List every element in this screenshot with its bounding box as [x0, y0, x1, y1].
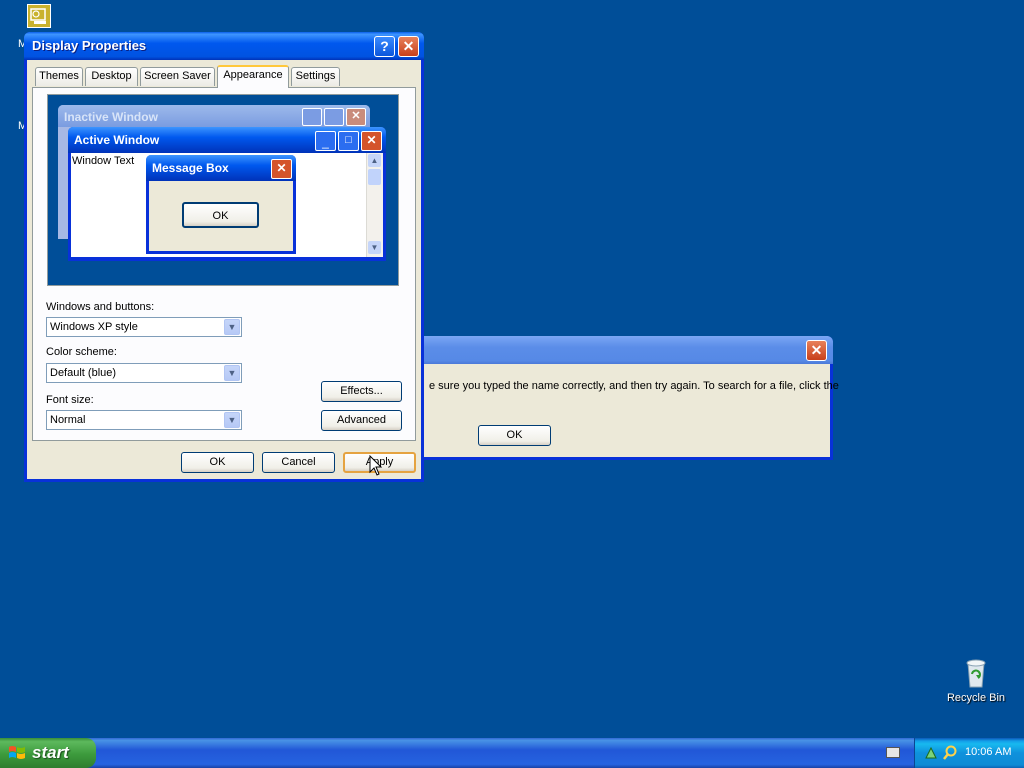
tab-screen-saver[interactable]: Screen Saver	[140, 67, 215, 86]
start-label: start	[32, 743, 69, 762]
preview-inactive-titlebar: Inactive Window ✕	[58, 105, 370, 127]
preview-inactive-minimize-icon	[302, 108, 322, 126]
preview-message-titlebar: Message Box ✕	[146, 155, 296, 181]
preview-inactive-title: Inactive Window	[64, 110, 158, 124]
preview-message-ok-button: OK	[182, 202, 259, 228]
font-size-label: Font size:	[46, 394, 94, 406]
tab-settings[interactable]: Settings	[291, 67, 340, 86]
windows-buttons-label: Windows and buttons:	[46, 301, 155, 313]
advanced-button[interactable]: Advanced	[321, 410, 402, 431]
display-properties-window: Display Properties ? ✕ Themes Desktop Sc…	[24, 32, 424, 482]
preview-scroll-down-icon: ▼	[368, 241, 381, 254]
chevron-down-icon[interactable]: ▼	[224, 365, 240, 381]
display-properties-titlebar[interactable]: Display Properties ? ✕	[24, 32, 424, 60]
preview-active-close-icon: ✕	[361, 131, 382, 151]
font-size-value: Normal	[50, 414, 86, 426]
preview-active-title: Active Window	[74, 133, 160, 147]
tab-appearance[interactable]: Appearance	[217, 65, 289, 88]
clock[interactable]: 10:06 AM	[965, 746, 1011, 758]
color-scheme-value: Default (blue)	[50, 367, 117, 379]
system-tray: 10:06 AM	[914, 738, 1024, 768]
preview-message-title: Message Box	[152, 161, 229, 175]
effects-button[interactable]: Effects...	[321, 381, 402, 402]
ok-button[interactable]: OK	[181, 452, 254, 473]
search-icon[interactable]	[942, 745, 958, 761]
tab-desktop[interactable]: Desktop	[85, 67, 138, 86]
preview-window-text: Window Text	[72, 155, 135, 167]
preview-active-minimize-icon: _	[315, 131, 336, 151]
help-button[interactable]: ?	[374, 36, 395, 57]
error-ok-button[interactable]: OK	[478, 425, 551, 446]
preview-scroll-up-icon: ▲	[368, 154, 381, 167]
windows-logo-icon	[9, 746, 25, 759]
taskbar: start 10:06 AM	[0, 738, 1024, 768]
error-dialog: ✕ e sure you typed the name correctly, a…	[412, 336, 839, 460]
appearance-preview: Inactive Window ✕ Active Window _ □ ✕ Wi…	[47, 94, 399, 286]
preview-inactive-close-icon: ✕	[346, 108, 366, 126]
color-scheme-select[interactable]: Default (blue) ▼	[46, 363, 242, 383]
start-button[interactable]: start	[0, 738, 96, 768]
chevron-down-icon[interactable]: ▼	[224, 319, 240, 335]
font-size-select[interactable]: Normal ▼	[46, 410, 242, 430]
recycle-bin-label: Recycle Bin	[946, 692, 1006, 704]
color-scheme-label: Color scheme:	[46, 346, 117, 358]
window-title: Display Properties	[32, 38, 147, 53]
error-message: e sure you typed the name correctly, and…	[429, 380, 839, 392]
preview-active-maximize-icon: □	[338, 131, 359, 151]
preview-scroll-thumb	[368, 169, 381, 185]
preview-inactive-maximize-icon	[324, 108, 344, 126]
recycle-bin-icon	[966, 659, 986, 688]
error-close-button[interactable]: ✕	[806, 340, 827, 361]
close-button[interactable]: ✕	[398, 36, 419, 57]
chevron-down-icon[interactable]: ▼	[224, 412, 240, 428]
keyboard-icon[interactable]	[886, 747, 900, 758]
windows-buttons-value: Windows XP style	[50, 321, 138, 333]
preview-active-titlebar: Active Window _ □ ✕	[68, 127, 386, 153]
preview-message-close-icon: ✕	[271, 159, 292, 179]
tab-themes[interactable]: Themes	[35, 67, 83, 86]
desktop-shortcut-icon[interactable]	[27, 4, 51, 28]
network-icon[interactable]	[923, 745, 939, 761]
cancel-button[interactable]: Cancel	[262, 452, 335, 473]
preview-message-box: Message Box ✕ OK	[146, 155, 296, 254]
windows-buttons-select[interactable]: Windows XP style ▼	[46, 317, 242, 337]
error-dialog-titlebar[interactable]: ✕	[412, 336, 833, 364]
recycle-bin-shortcut[interactable]: Recycle Bin	[944, 656, 1008, 704]
mouse-cursor-icon	[369, 455, 383, 476]
preview-scrollbar: ▲ ▼	[366, 153, 383, 257]
